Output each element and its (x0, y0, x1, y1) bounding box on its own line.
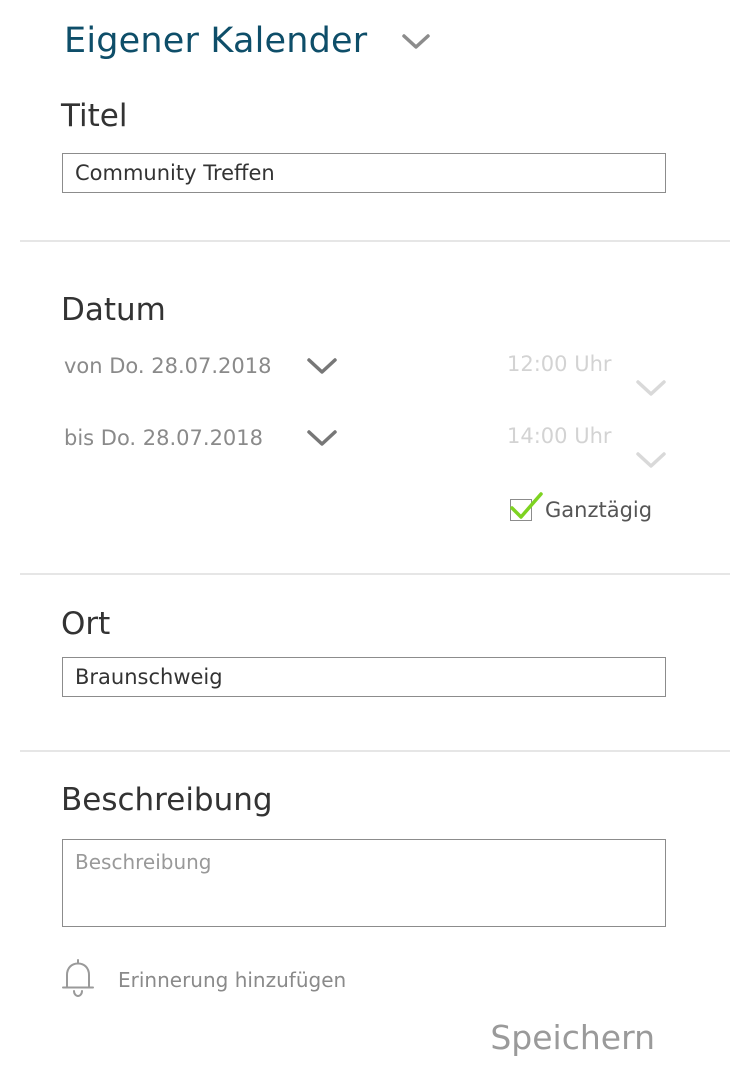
divider (20, 750, 730, 752)
reminder-label: Erinnerung hinzufügen (118, 968, 347, 992)
save-button[interactable]: Speichern (490, 1018, 655, 1057)
from-date-selector[interactable]: von Do. 28.07.2018 (64, 350, 272, 382)
title-input[interactable] (62, 153, 666, 193)
description-textarea[interactable] (62, 839, 666, 927)
add-reminder-button[interactable]: Erinnerung hinzufügen (60, 958, 346, 1002)
all-day-checkbox[interactable] (510, 492, 543, 521)
bell-icon (60, 958, 96, 1002)
from-date-value: von Do. 28.07.2018 (64, 354, 272, 378)
title-label: Titel (61, 98, 128, 134)
location-label: Ort (61, 606, 111, 642)
location-input[interactable] (62, 657, 666, 697)
event-editor: Eigener Kalender Titel Datum von Do. 28.… (0, 0, 750, 1078)
calendar-name: Eigener Kalender (64, 21, 368, 61)
from-time-value[interactable]: 12:00 Uhr (507, 352, 612, 376)
to-time-value[interactable]: 14:00 Uhr (507, 424, 612, 448)
divider (20, 240, 730, 242)
calendar-selector[interactable]: Eigener Kalender (64, 16, 431, 66)
description-label: Beschreibung (61, 782, 273, 818)
divider (20, 573, 730, 575)
chevron-down-icon (401, 32, 431, 56)
chevron-down-icon[interactable] (306, 428, 338, 452)
to-date-selector[interactable]: bis Do. 28.07.2018 (64, 422, 263, 454)
check-icon (510, 492, 543, 519)
date-label: Datum (61, 292, 166, 328)
to-date-value: bis Do. 28.07.2018 (64, 426, 264, 450)
all-day-toggle[interactable]: Ganztägig (510, 492, 653, 522)
chevron-down-icon[interactable] (635, 378, 667, 402)
all-day-label: Ganztägig (545, 498, 653, 522)
chevron-down-icon[interactable] (635, 450, 667, 474)
chevron-down-icon[interactable] (306, 356, 338, 380)
